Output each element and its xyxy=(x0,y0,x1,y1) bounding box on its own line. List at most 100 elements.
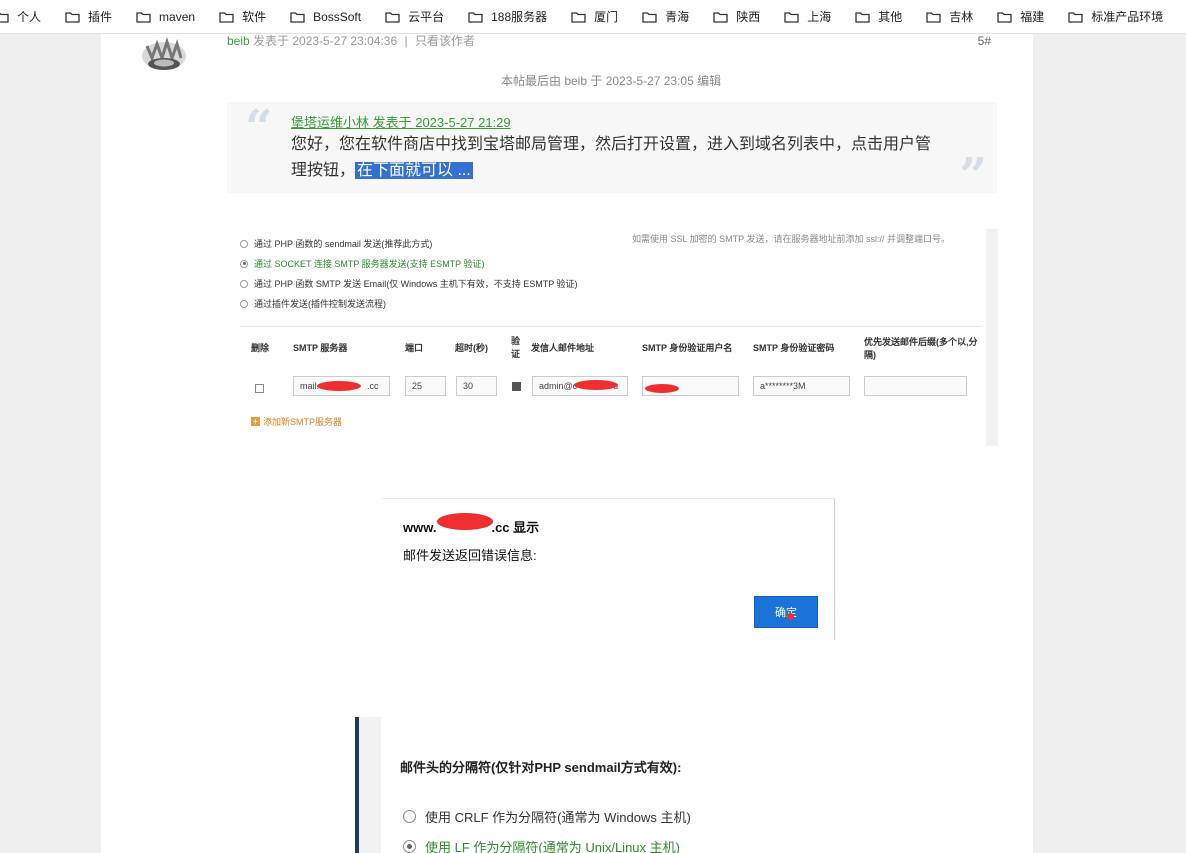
floor-number[interactable]: 5# xyxy=(978,34,991,48)
bookmark-label: 188服务器 xyxy=(491,10,548,24)
smtp-option-sendmail[interactable]: 通过 PHP 函数的 sendmail 发送(推荐此方式) xyxy=(240,237,432,250)
bookmark-label: maven xyxy=(159,9,196,24)
col-delete: 删除 xyxy=(251,343,270,353)
divider xyxy=(240,326,982,327)
folder-icon xyxy=(219,11,234,23)
bookmark-label: 个人 xyxy=(17,10,42,24)
bookmark-folder[interactable]: 其他 xyxy=(848,0,909,33)
bookmark-folder[interactable]: maven xyxy=(129,0,202,33)
quote-header-link[interactable]: 堡塔运维小林 发表于 2023-5-27 21:29 xyxy=(291,112,511,131)
bookmark-folder[interactable]: 电子凭证 xyxy=(1180,0,1186,33)
separator-setting-title: 邮件头的分隔符(仅针对PHP sendmail方式有效): xyxy=(400,760,682,775)
bookmark-label: 福建 xyxy=(1020,10,1045,24)
smtp-option-php-smtp[interactable]: 通过 PHP 函数 SMTP 发送 Email(仅 Windows 主机下有效，… xyxy=(240,277,578,290)
post-meta: beib 发表于 2023-5-27 23:04:36 | 只看该作者 xyxy=(227,32,475,49)
redaction-mark xyxy=(574,380,618,390)
bookmark-label: 标准产品环境 xyxy=(1091,10,1164,24)
only-author-link[interactable]: 只看该作者 xyxy=(415,34,475,48)
separator-option-crlf[interactable]: 使用 CRLF 作为分隔符(通常为 Windows 主机) xyxy=(403,807,691,826)
auth-checkbox[interactable] xyxy=(512,382,521,391)
plus-icon: + xyxy=(251,417,260,426)
bookmark-folder[interactable]: 吉林 xyxy=(919,0,980,33)
option-label: 通过 SOCKET 连接 SMTP 服务器发送(支持 ESMTP 验证) xyxy=(254,259,485,269)
quote-open-icon: “ xyxy=(245,100,273,156)
col-password: SMTP 身份验证密码 xyxy=(753,343,835,353)
forum-post: beib 发表于 2023-5-27 23:04:36 | 只看该作者 5# 本… xyxy=(101,34,1033,853)
folder-icon xyxy=(385,11,400,23)
radio-icon[interactable] xyxy=(240,239,248,248)
setting-sidebar-strip xyxy=(355,717,381,853)
col-user: SMTP 身份验证用户名 xyxy=(642,343,733,353)
bookmark-label: 云平台 xyxy=(408,10,445,24)
ok-button[interactable]: 确定 xyxy=(754,596,818,628)
bookmark-label: 厦门 xyxy=(594,10,619,24)
col-auth: 验 证 xyxy=(511,336,521,359)
folder-icon xyxy=(997,11,1012,23)
bookmark-folder[interactable]: 云平台 xyxy=(378,0,451,33)
bookmark-label: 上海 xyxy=(807,10,832,24)
folder-icon xyxy=(136,11,151,23)
bookmark-folder[interactable]: 上海 xyxy=(777,0,838,33)
redaction-mark xyxy=(437,513,493,530)
timeout-input[interactable]: 30 xyxy=(456,376,497,396)
alert-dialog-image: www. .cc 显示 邮件发送返回错误信息: 确定 xyxy=(383,498,835,640)
bookmark-folder[interactable]: 福建 xyxy=(990,0,1051,33)
radio-selected-icon[interactable] xyxy=(240,259,248,268)
meta-separator: | xyxy=(404,34,408,48)
quote-block: “ 堡塔运维小林 发表于 2023-5-27 21:29 您好，您在软件商店中找… xyxy=(227,100,997,204)
folder-icon xyxy=(0,11,9,23)
col-server: SMTP 服务器 xyxy=(293,343,348,353)
bookmark-folder[interactable]: 青海 xyxy=(635,0,696,33)
post-author-link[interactable]: beib xyxy=(227,34,250,48)
folder-icon xyxy=(713,11,728,23)
folder-icon xyxy=(1068,11,1083,23)
bookmark-label: 陕西 xyxy=(736,10,761,24)
redaction-mark xyxy=(317,381,361,391)
radio-icon[interactable] xyxy=(240,279,248,288)
port-input[interactable]: 25 xyxy=(405,376,446,396)
folder-icon xyxy=(784,11,799,23)
option-label: 使用 LF 作为分隔符(通常为 Unix/Linux 主机) xyxy=(425,840,680,853)
bookmark-folder[interactable]: 陕西 xyxy=(706,0,767,33)
bookmark-folder[interactable]: 个人 xyxy=(0,0,48,33)
redaction-mark xyxy=(645,384,679,393)
quote-body: 您好，您在软件商店中找到宝塔邮局管理，然后打开设置，进入到域名列表中，点击用户管… xyxy=(291,132,931,184)
folder-icon xyxy=(926,11,941,23)
user-avatar[interactable] xyxy=(139,34,189,72)
folder-icon xyxy=(290,11,305,23)
col-from: 发信人邮件地址 xyxy=(531,343,595,353)
bookmark-folder[interactable]: BossSoft xyxy=(283,0,368,33)
bookmark-folder[interactable]: 插件 xyxy=(58,0,119,33)
bookmarks-bar: 个人 插件 maven 软件 BossSoft 云平台 188服务器 厦门 青海 陕西 上海 其他 吉林… xyxy=(0,0,1186,34)
add-smtp-label: 添加新SMTP服务器 xyxy=(263,417,343,427)
bookmark-label: BossSoft xyxy=(313,9,362,24)
folder-icon xyxy=(468,11,483,23)
smtp-option-socket[interactable]: 通过 SOCKET 连接 SMTP 服务器发送(支持 ESMTP 验证) xyxy=(240,257,485,270)
radio-icon[interactable] xyxy=(240,299,248,308)
dialog-message: 邮件发送返回错误信息: xyxy=(403,548,537,563)
delete-checkbox[interactable] xyxy=(255,384,264,393)
smtp-settings-image: 如需使用 SSL 加密的 SMTP 发送，请在服务器地址前添加 ssl:// 并… xyxy=(231,229,998,446)
separator-option-lf[interactable]: 使用 LF 作为分隔符(通常为 Unix/Linux 主机) xyxy=(403,837,680,853)
quote-highlight: 在下面就可以 ... xyxy=(355,162,473,179)
bookmark-folder[interactable]: 厦门 xyxy=(564,0,625,33)
folder-icon xyxy=(642,11,657,23)
smtp-password-input[interactable]: a********3M xyxy=(753,376,850,396)
radio-selected-icon[interactable] xyxy=(403,840,416,853)
smtp-ssl-note: 如需使用 SSL 加密的 SMTP 发送，请在服务器地址前添加 ssl:// 并… xyxy=(631,234,950,244)
priority-suffix-input[interactable] xyxy=(864,376,967,396)
option-label: 通过 PHP 函数的 sendmail 发送(推荐此方式) xyxy=(254,239,433,249)
radio-icon[interactable] xyxy=(403,810,416,823)
add-smtp-server-button[interactable]: + 添加新SMTP服务器 xyxy=(251,415,342,428)
col-port: 端口 xyxy=(405,343,424,353)
smtp-option-plugin[interactable]: 通过插件发送(插件控制发送流程) xyxy=(240,297,386,310)
option-label: 使用 CRLF 作为分隔符(通常为 Windows 主机) xyxy=(425,810,691,825)
bookmark-label: 软件 xyxy=(242,10,267,24)
bookmark-folder[interactable]: 标准产品环境 xyxy=(1061,0,1170,33)
bookmark-label: 吉林 xyxy=(949,10,974,24)
bookmark-folder[interactable]: 软件 xyxy=(212,0,273,33)
bookmark-folder[interactable]: 188服务器 xyxy=(461,0,554,33)
bookmark-label: 青海 xyxy=(665,10,690,24)
folder-icon xyxy=(571,11,586,23)
bookmark-label: 插件 xyxy=(88,10,113,24)
